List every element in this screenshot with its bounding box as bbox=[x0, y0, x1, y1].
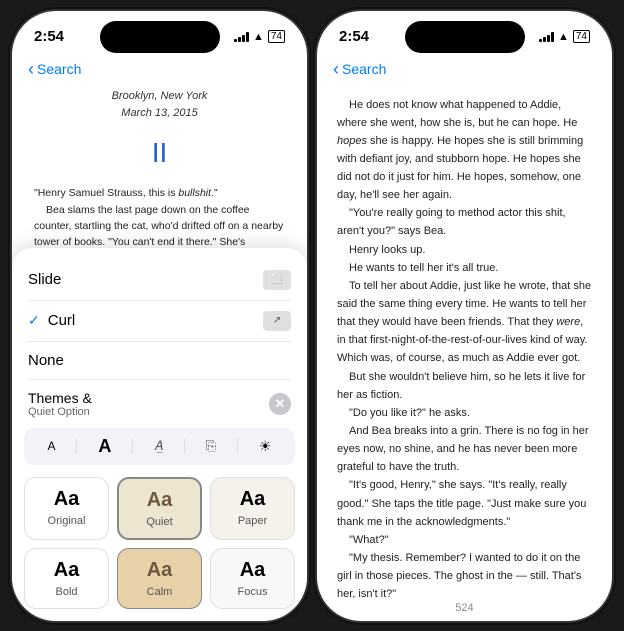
dynamic-island-right bbox=[405, 21, 525, 53]
back-label-right: Search bbox=[342, 61, 386, 77]
theme-bold-label: Bold bbox=[55, 586, 77, 598]
themes-subtitle: Quiet Option bbox=[28, 406, 92, 418]
brightness-btn[interactable]: ☀ bbox=[259, 438, 272, 455]
close-button[interactable]: ✕ bbox=[269, 393, 291, 415]
option-slide[interactable]: Slide ⬜ bbox=[28, 260, 291, 301]
signal-icon bbox=[234, 32, 249, 42]
option-curl[interactable]: ✓ Curl ↗ bbox=[28, 301, 291, 342]
page-number: 524 bbox=[317, 598, 612, 618]
back-arrow-icon-right: ‹ bbox=[333, 59, 339, 80]
dynamic-island bbox=[100, 21, 220, 53]
theme-original[interactable]: Aa Original bbox=[24, 477, 109, 540]
checkmark-icon: ✓ bbox=[28, 312, 40, 329]
font-options-btn[interactable]: ⎘ bbox=[206, 438, 216, 454]
theme-focus[interactable]: Aa Focus bbox=[210, 548, 295, 609]
battery-icon-right: 74 bbox=[573, 30, 590, 43]
theme-calm-preview: Aa bbox=[147, 559, 173, 582]
theme-quiet-label: Quiet bbox=[146, 516, 172, 528]
font-increase-btn[interactable]: A bbox=[98, 436, 111, 457]
back-arrow-icon: ‹ bbox=[28, 59, 34, 80]
right-phone: 2:54 ▲ 74 ‹ Search He does not know what bbox=[317, 11, 612, 621]
theme-focus-label: Focus bbox=[238, 586, 268, 598]
divider2 bbox=[132, 439, 133, 453]
chapter-number: II bbox=[34, 131, 285, 176]
nav-bar-left: ‹ Search bbox=[12, 55, 307, 88]
font-controls: A A 𝐴̲ ⎘ ☀ bbox=[24, 428, 295, 465]
themes-title: Themes & bbox=[28, 390, 92, 406]
theme-paper-preview: Aa bbox=[240, 488, 266, 511]
back-button-right[interactable]: ‹ Search bbox=[333, 59, 386, 80]
left-phone: 2:54 ▲ 74 ‹ Search Brooklyn, Ne bbox=[12, 11, 307, 621]
back-button-left[interactable]: ‹ Search bbox=[28, 59, 81, 80]
wifi-icon: ▲ bbox=[253, 31, 264, 43]
font-style-btn[interactable]: 𝐴̲ bbox=[154, 438, 163, 454]
theme-quiet-preview: Aa bbox=[147, 489, 173, 512]
themes-header: Themes & Quiet Option ✕ bbox=[12, 380, 307, 424]
option-curl-label: Curl bbox=[48, 312, 76, 329]
divider bbox=[76, 439, 77, 453]
status-time-left: 2:54 bbox=[34, 28, 64, 45]
transition-options: Slide ⬜ ✓ Curl ↗ None bbox=[12, 248, 307, 380]
curl-option-icon: ↗ bbox=[263, 311, 291, 331]
overlay-panel: Slide ⬜ ✓ Curl ↗ None bbox=[12, 248, 307, 621]
slide-option-icon: ⬜ bbox=[263, 270, 291, 290]
divider4 bbox=[237, 439, 238, 453]
theme-bold-preview: Aa bbox=[54, 559, 80, 582]
theme-bold[interactable]: Aa Bold bbox=[24, 548, 109, 609]
right-book-content: He does not know what happened to Addie,… bbox=[317, 88, 612, 598]
back-label-left: Search bbox=[37, 61, 81, 77]
status-time-right: 2:54 bbox=[339, 28, 369, 45]
option-slide-label: Slide bbox=[28, 271, 61, 288]
status-icons-right: ▲ 74 bbox=[539, 30, 590, 43]
font-decrease-btn[interactable]: A bbox=[47, 439, 55, 453]
theme-calm[interactable]: Aa Calm bbox=[117, 548, 202, 609]
theme-paper-label: Paper bbox=[238, 515, 267, 527]
book-subtitle: Brooklyn, New York March 13, 2015 bbox=[34, 88, 285, 123]
theme-calm-label: Calm bbox=[147, 586, 173, 598]
nav-bar-right: ‹ Search bbox=[317, 55, 612, 88]
theme-quiet[interactable]: Aa Quiet bbox=[117, 477, 202, 540]
option-none-label: None bbox=[28, 352, 64, 369]
option-none[interactable]: None bbox=[28, 342, 291, 380]
theme-original-label: Original bbox=[48, 515, 86, 527]
theme-original-preview: Aa bbox=[54, 488, 80, 511]
signal-icon-right bbox=[539, 32, 554, 42]
divider3 bbox=[184, 439, 185, 453]
wifi-icon-right: ▲ bbox=[558, 31, 569, 43]
battery-icon: 74 bbox=[268, 30, 285, 43]
phones-container: 2:54 ▲ 74 ‹ Search Brooklyn, Ne bbox=[2, 6, 622, 626]
theme-focus-preview: Aa bbox=[240, 559, 266, 582]
theme-grid: Aa Original Aa Quiet Aa Paper Aa Bold Aa bbox=[12, 469, 307, 621]
theme-paper[interactable]: Aa Paper bbox=[210, 477, 295, 540]
status-icons-left: ▲ 74 bbox=[234, 30, 285, 43]
